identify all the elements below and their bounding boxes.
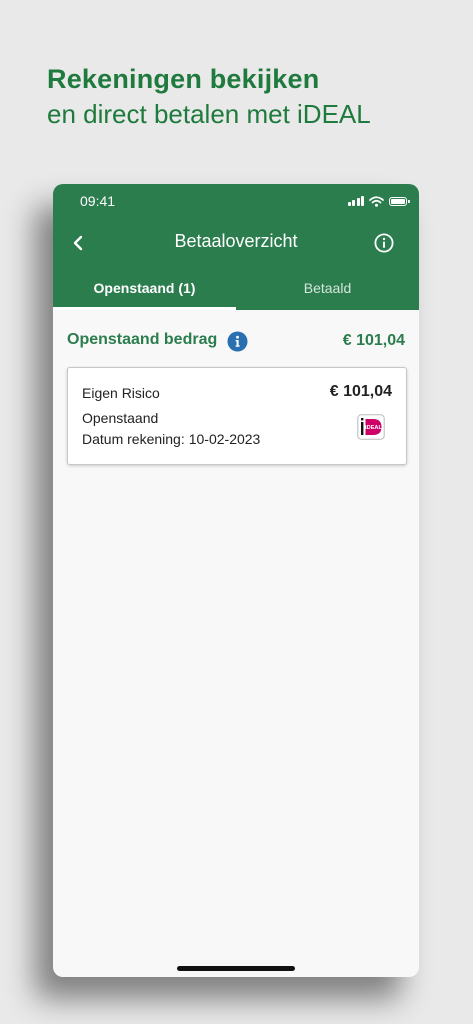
invoice-date: 10-02-2023 [188, 431, 261, 447]
status-icons [347, 195, 410, 207]
app-header: 09:41 Betaaloverzicht Openstaand (1) Bet… [53, 184, 419, 310]
invoice-title: Eigen Risico [82, 385, 160, 401]
invoice-status: Openstaand [82, 410, 159, 426]
invoice-amount: € 101,04 [329, 383, 392, 400]
battery-icon [389, 196, 410, 206]
tab-betaald[interactable]: Betaald [236, 280, 419, 296]
invoice-card[interactable]: Eigen Risico € 101,04 Openstaand Datum r… [67, 367, 407, 465]
ideal-pay-button[interactable]: iDEAL [357, 414, 385, 440]
active-tab-indicator [53, 307, 236, 310]
info-filled-icon [227, 331, 248, 352]
invoice-date-row: Datum rekening: 10-02-2023 [82, 431, 260, 447]
header-info-button[interactable] [374, 233, 394, 253]
phone-screen: 09:41 Betaaloverzicht Openstaand (1) Bet… [53, 184, 419, 977]
promo-title: Rekeningen bekijken [47, 64, 320, 94]
ideal-logo-text: iDEAL [365, 425, 382, 431]
home-indicator [177, 966, 295, 971]
screen-title: Betaaloverzicht [174, 231, 298, 251]
outstanding-amount-value: € 101,04 [342, 332, 405, 349]
status-time: 09:41 [80, 193, 116, 209]
invoice-date-label: Datum rekening: [82, 431, 185, 447]
ideal-logo-icon: iDEAL [357, 414, 385, 440]
promo-headline: Rekeningen bekijken en direct betalen me… [47, 62, 371, 132]
outstanding-amount-label: Openstaand bedrag [67, 331, 218, 348]
wifi-icon [369, 195, 384, 207]
info-circle-icon [374, 233, 394, 253]
promo-subtitle: en direct betalen met iDEAL [47, 99, 371, 129]
tab-openstaand[interactable]: Openstaand (1) [53, 280, 236, 296]
outstanding-info-button[interactable] [227, 331, 248, 352]
signal-icon [347, 196, 364, 206]
